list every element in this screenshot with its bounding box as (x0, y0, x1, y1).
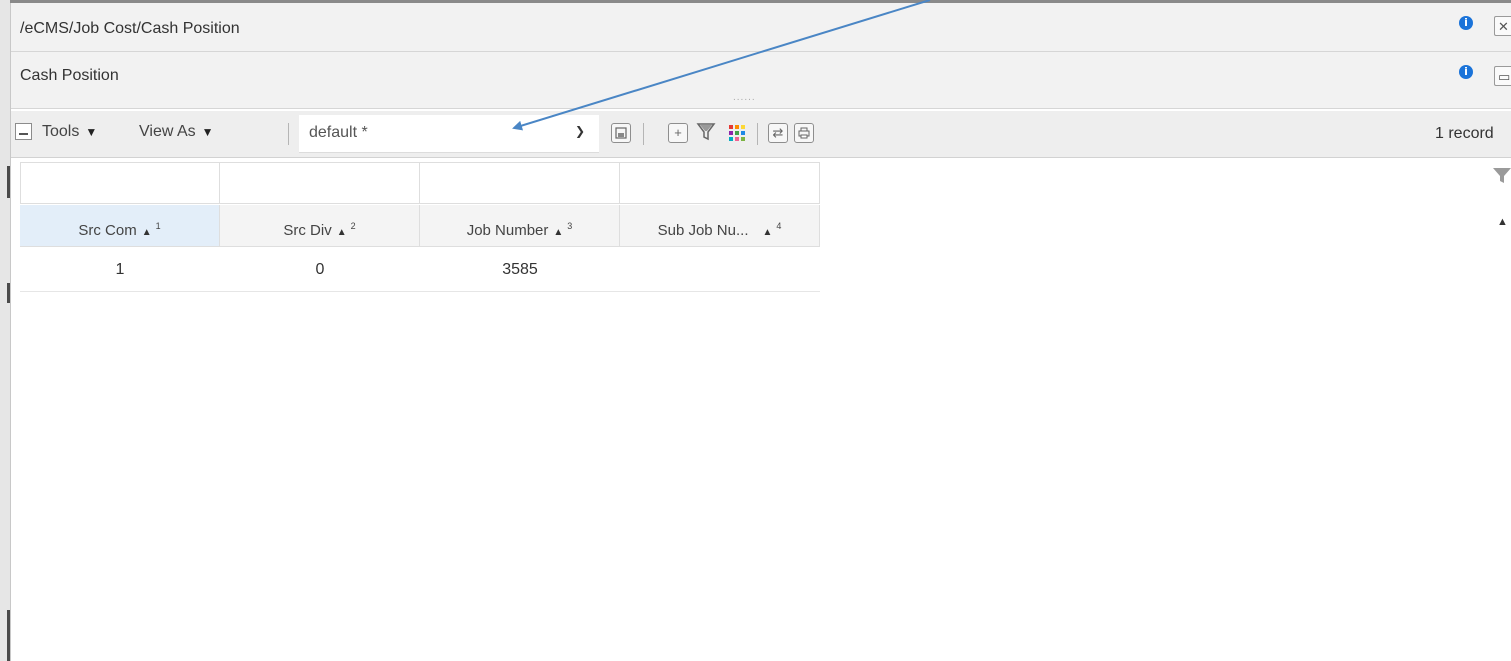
breadcrumb: /eCMS/Job Cost/Cash Position (20, 20, 240, 37)
column-header-job-number[interactable]: Job Number ▲3 (420, 205, 620, 247)
edge-marker (7, 283, 10, 303)
column-header-label: Src Div (283, 222, 332, 239)
column-header-src-div[interactable]: Src Div ▲2 (220, 205, 420, 247)
info-icon[interactable]: i (1459, 65, 1473, 79)
tools-menu-label: Tools (42, 123, 80, 140)
save-icon[interactable] (611, 123, 631, 143)
sort-ascending-icon[interactable]: ▲ (1497, 216, 1508, 228)
close-icon[interactable]: ✕ (1494, 16, 1511, 36)
record-count: 1 record (1435, 125, 1494, 142)
cell-src-div: 0 (315, 261, 325, 278)
color-grid-icon[interactable] (726, 121, 748, 145)
panel-header: Cash Position ...... i ▭ (11, 52, 1511, 109)
print-icon[interactable] (794, 123, 814, 143)
edge-marker (7, 610, 10, 661)
toolbar-divider (643, 123, 644, 145)
view-select[interactable]: default * ❯ (299, 115, 599, 153)
restore-icon[interactable]: ▭ (1494, 66, 1511, 86)
collapse-icon[interactable] (15, 123, 32, 140)
caret-down-icon: ▼ (201, 125, 214, 139)
add-icon[interactable]: + (668, 123, 688, 143)
column-header-label: Job Number (466, 222, 549, 239)
column-header-label: Sub Job Nu... (657, 222, 749, 239)
refresh-icon[interactable]: ⇄ (768, 123, 788, 143)
column-header-src-com[interactable]: Src Com ▲1 (20, 205, 220, 247)
toolbar-divider (757, 123, 758, 145)
sort-ascending-icon: ▲ (762, 227, 773, 238)
column-filter-input[interactable] (419, 162, 620, 204)
view-as-menu-label: View As (139, 123, 196, 140)
column-header-label: Src Com (78, 222, 137, 239)
sort-order: 3 (567, 221, 573, 231)
sort-ascending-icon: ▲ (553, 227, 564, 238)
column-filter-input[interactable] (20, 162, 220, 204)
filter-icon[interactable] (695, 121, 717, 145)
chevron-down-icon: ❯ (575, 124, 586, 138)
caret-down-icon: ▼ (85, 125, 98, 139)
cell-src-com: 1 (115, 261, 125, 278)
edge-marker (7, 166, 10, 198)
left-frame-edge (0, 0, 11, 661)
cell-sub-job-number (620, 248, 820, 291)
sort-order: 4 (776, 221, 782, 231)
sort-ascending-icon: ▲ (141, 227, 152, 238)
info-icon[interactable]: i (1459, 16, 1473, 30)
sort-order: 2 (350, 221, 356, 231)
view-as-menu[interactable]: View As ▼ (139, 123, 214, 141)
cell-job-number: 3585 (502, 261, 538, 278)
toolbar-divider (288, 123, 289, 145)
sort-order: 1 (155, 221, 161, 231)
column-filter-input[interactable] (219, 162, 420, 204)
view-select-value: default * (309, 124, 368, 141)
grid-toolbar: Tools ▼ View As ▼ default * ❯ + ⇄ 1 record (11, 111, 1511, 158)
filter-icon[interactable] (1491, 166, 1511, 186)
column-header-sub-job-number[interactable]: Sub Job Nu... ▲4 (620, 205, 820, 247)
panel-title: Cash Position (20, 67, 119, 84)
tools-menu[interactable]: Tools ▼ (42, 123, 97, 141)
sort-ascending-icon: ▲ (336, 227, 347, 238)
table-row[interactable]: 1 0 3585 (20, 248, 820, 292)
breadcrumb-bar: /eCMS/Job Cost/Cash Position i ✕ (11, 3, 1511, 52)
column-filter-input[interactable] (619, 162, 820, 204)
resize-grip[interactable]: ...... (733, 93, 756, 103)
